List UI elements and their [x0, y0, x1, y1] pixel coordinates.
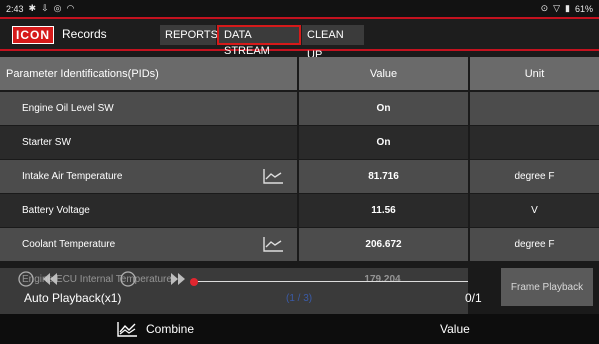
column-header-unit: Unit: [468, 57, 599, 90]
pid-unit: V: [468, 194, 599, 227]
location-icon: ⊙: [540, 3, 549, 13]
pid-name: Battery Voltage: [0, 194, 297, 227]
pid-name: Engine Oil Level SW: [0, 92, 297, 125]
frame-playback-button[interactable]: Frame Playback: [501, 268, 593, 306]
pid-unit: [468, 126, 599, 159]
table-row[interactable]: Engine Oil Level SW On: [0, 92, 599, 125]
table-header-row: Parameter Identifications(PIDs) Value Un…: [0, 57, 599, 90]
pid-value: 81.716: [297, 160, 468, 193]
wifi-off-icon: ◠: [66, 3, 75, 13]
table-row: Engine ECU Internal Temperature 179.204: [0, 268, 468, 290]
fast-forward-icon[interactable]: [170, 271, 186, 287]
combine-button[interactable]: Combine: [116, 321, 194, 337]
playback-track[interactable]: [194, 281, 468, 282]
table-row[interactable]: Intake Air Temperature 81.716 degree F: [0, 160, 599, 193]
pid-value: 179.204: [364, 273, 401, 285]
value-button[interactable]: Value: [440, 322, 470, 336]
pid-value: 11.56: [297, 194, 468, 227]
graph-icon[interactable]: [262, 168, 284, 184]
first-frame-icon[interactable]: [18, 271, 34, 287]
pid-unit: degree F: [468, 160, 599, 193]
playback-thumb[interactable]: [190, 278, 198, 286]
sync-icon: ◎: [53, 3, 62, 13]
footer-bar: Combine Value: [0, 314, 599, 344]
brand-logo: ICON: [12, 26, 54, 44]
tab-clean-up[interactable]: CLEAN UP: [302, 25, 364, 61]
page-indicator: (1 / 3): [286, 293, 313, 304]
pid-name: Starter SW: [0, 126, 297, 159]
pid-unit: [468, 92, 599, 125]
combine-chart-icon: [117, 322, 137, 337]
pid-name-cell: Intake Air Temperature: [0, 160, 297, 193]
graph-icon[interactable]: [262, 236, 284, 252]
pid-value: On: [297, 126, 468, 159]
download-icon: ⇩: [41, 3, 49, 13]
tab-reports[interactable]: REPORTS: [160, 25, 218, 45]
pid-value: 206.672: [297, 228, 468, 261]
combine-label: Combine: [146, 322, 195, 336]
rewind-icon[interactable]: [42, 271, 58, 287]
frame-counter: 0/1: [465, 291, 482, 305]
tab-data-stream[interactable]: DATA STREAM: [217, 25, 301, 57]
pid-name: Intake Air Temperature: [22, 171, 123, 182]
column-header-pid: Parameter Identifications(PIDs): [0, 57, 297, 90]
table-row[interactable]: Coolant Temperature 206.672 degree F: [0, 228, 599, 261]
header-bar: ICON Records REPORTS DATA STREAM CLEAN U…: [0, 17, 599, 61]
pid-unit: degree F: [468, 228, 599, 261]
page-title: Records: [62, 27, 107, 41]
table-row[interactable]: Starter SW On: [0, 126, 599, 159]
settings-icon: ✱: [28, 3, 37, 13]
table-row[interactable]: Battery Voltage 11.56 V: [0, 194, 599, 227]
column-header-value: Value: [297, 57, 468, 90]
pid-name-cell: Coolant Temperature: [0, 228, 297, 261]
status-time: 2:43: [6, 3, 24, 14]
pid-name: Coolant Temperature: [22, 239, 116, 250]
pid-value: On: [297, 92, 468, 125]
play-icon[interactable]: [120, 271, 136, 287]
battery-icon: ▮: [565, 3, 570, 13]
auto-playback-label[interactable]: Auto Playback(x1): [24, 291, 121, 305]
battery-level: 61%: [574, 3, 593, 14]
status-bar: 2:43 ✱ ⇩ ◎ ◠ ⊙ ▽ ▮ 61%: [0, 0, 599, 17]
wifi-icon: ▽: [553, 3, 561, 13]
